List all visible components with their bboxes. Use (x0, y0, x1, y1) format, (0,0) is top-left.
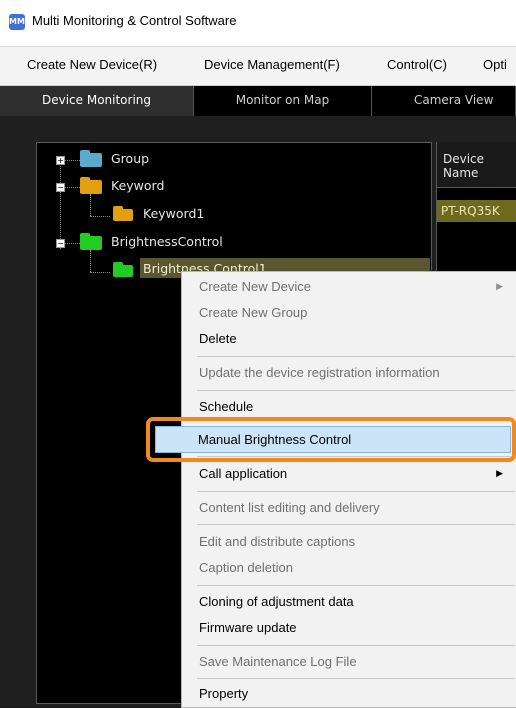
tree-item-group[interactable]: Group (111, 148, 149, 170)
menu-item-update-registration[interactable]: Update the device registration informati… (182, 360, 516, 385)
tab-monitor-on-map[interactable]: Monitor on Map (194, 86, 372, 116)
folder-icon (80, 177, 102, 194)
highlight-callout (146, 417, 516, 462)
menu-device-management[interactable]: Device Management(F) (204, 57, 340, 72)
collapse-icon[interactable]: − (56, 239, 65, 248)
menu-item-edit-captions[interactable]: Edit and distribute captions (182, 529, 516, 554)
tree-item-brightnesscontrol[interactable]: BrightnessControl (111, 231, 223, 253)
menu-item-firmware-update[interactable]: Firmware update (182, 615, 516, 640)
folder-icon (80, 150, 102, 167)
device-name-column-header[interactable]: Device Name (437, 142, 516, 188)
tree-connector (90, 250, 91, 272)
menu-create-new-device[interactable]: Create New Device(R) (27, 57, 157, 72)
menu-options[interactable]: Opti (483, 57, 507, 72)
context-menu: Create New Device ▶ Create New Group Del… (181, 271, 516, 708)
menu-item-schedule[interactable]: Schedule (182, 394, 516, 419)
collapse-icon[interactable]: − (56, 183, 65, 192)
tree-connector (60, 164, 61, 249)
tab-camera-view[interactable]: Camera View (372, 86, 516, 116)
window-title: Multi Monitoring & Control Software (32, 13, 237, 28)
tree-connector (90, 194, 91, 216)
menu-item-content-list[interactable]: Content list editing and delivery (182, 495, 516, 520)
device-name-cell[interactable]: PT-RQ35K (437, 200, 516, 222)
menu-item-call-application[interactable]: Call application ▶ (182, 461, 516, 486)
menu-item-create-new-group[interactable]: Create New Group (182, 300, 516, 325)
menu-bar: Create New Device(R) Device Management(F… (0, 47, 516, 86)
menu-item-label: Call application (199, 466, 288, 481)
menu-separator (197, 356, 515, 357)
folder-icon (113, 206, 133, 221)
menu-item-cloning[interactable]: Cloning of adjustment data (182, 589, 516, 614)
folder-icon (113, 262, 133, 277)
app-logo-icon: MM (9, 14, 25, 30)
menu-separator (197, 678, 515, 679)
tree-connector (90, 272, 110, 273)
menu-separator (197, 390, 515, 391)
menu-item-create-new-device[interactable]: Create New Device ▶ (182, 274, 516, 299)
tree-connector (90, 216, 110, 217)
tab-device-monitoring[interactable]: Device Monitoring (0, 86, 194, 118)
tab-bar: Device Monitoring Monitor on Map Camera … (0, 86, 516, 118)
folder-icon (80, 233, 102, 250)
menu-separator (197, 585, 515, 586)
menu-separator (197, 524, 515, 525)
tree-item-keyword[interactable]: Keyword (111, 175, 164, 197)
menu-item-property[interactable]: Property (182, 681, 516, 706)
menu-item-label: Create New Device (199, 279, 311, 294)
menu-item-save-log[interactable]: Save Maintenance Log File (182, 649, 516, 674)
menu-control[interactable]: Control(C) (387, 57, 447, 72)
chevron-right-icon: ▶ (496, 468, 503, 478)
menu-separator (197, 645, 515, 646)
menu-item-caption-deletion[interactable]: Caption deletion (182, 555, 516, 580)
tree-item-keyword1[interactable]: Keyword1 (143, 203, 204, 225)
device-name-header-line1: Device (443, 152, 485, 166)
chevron-right-icon: ▶ (496, 281, 503, 291)
expand-icon[interactable]: + (56, 156, 65, 165)
menu-separator (197, 491, 515, 492)
device-name-header-line2: Name (443, 166, 479, 180)
menu-item-delete[interactable]: Delete (182, 326, 516, 351)
title-bar: MM Multi Monitoring & Control Software (0, 0, 516, 47)
